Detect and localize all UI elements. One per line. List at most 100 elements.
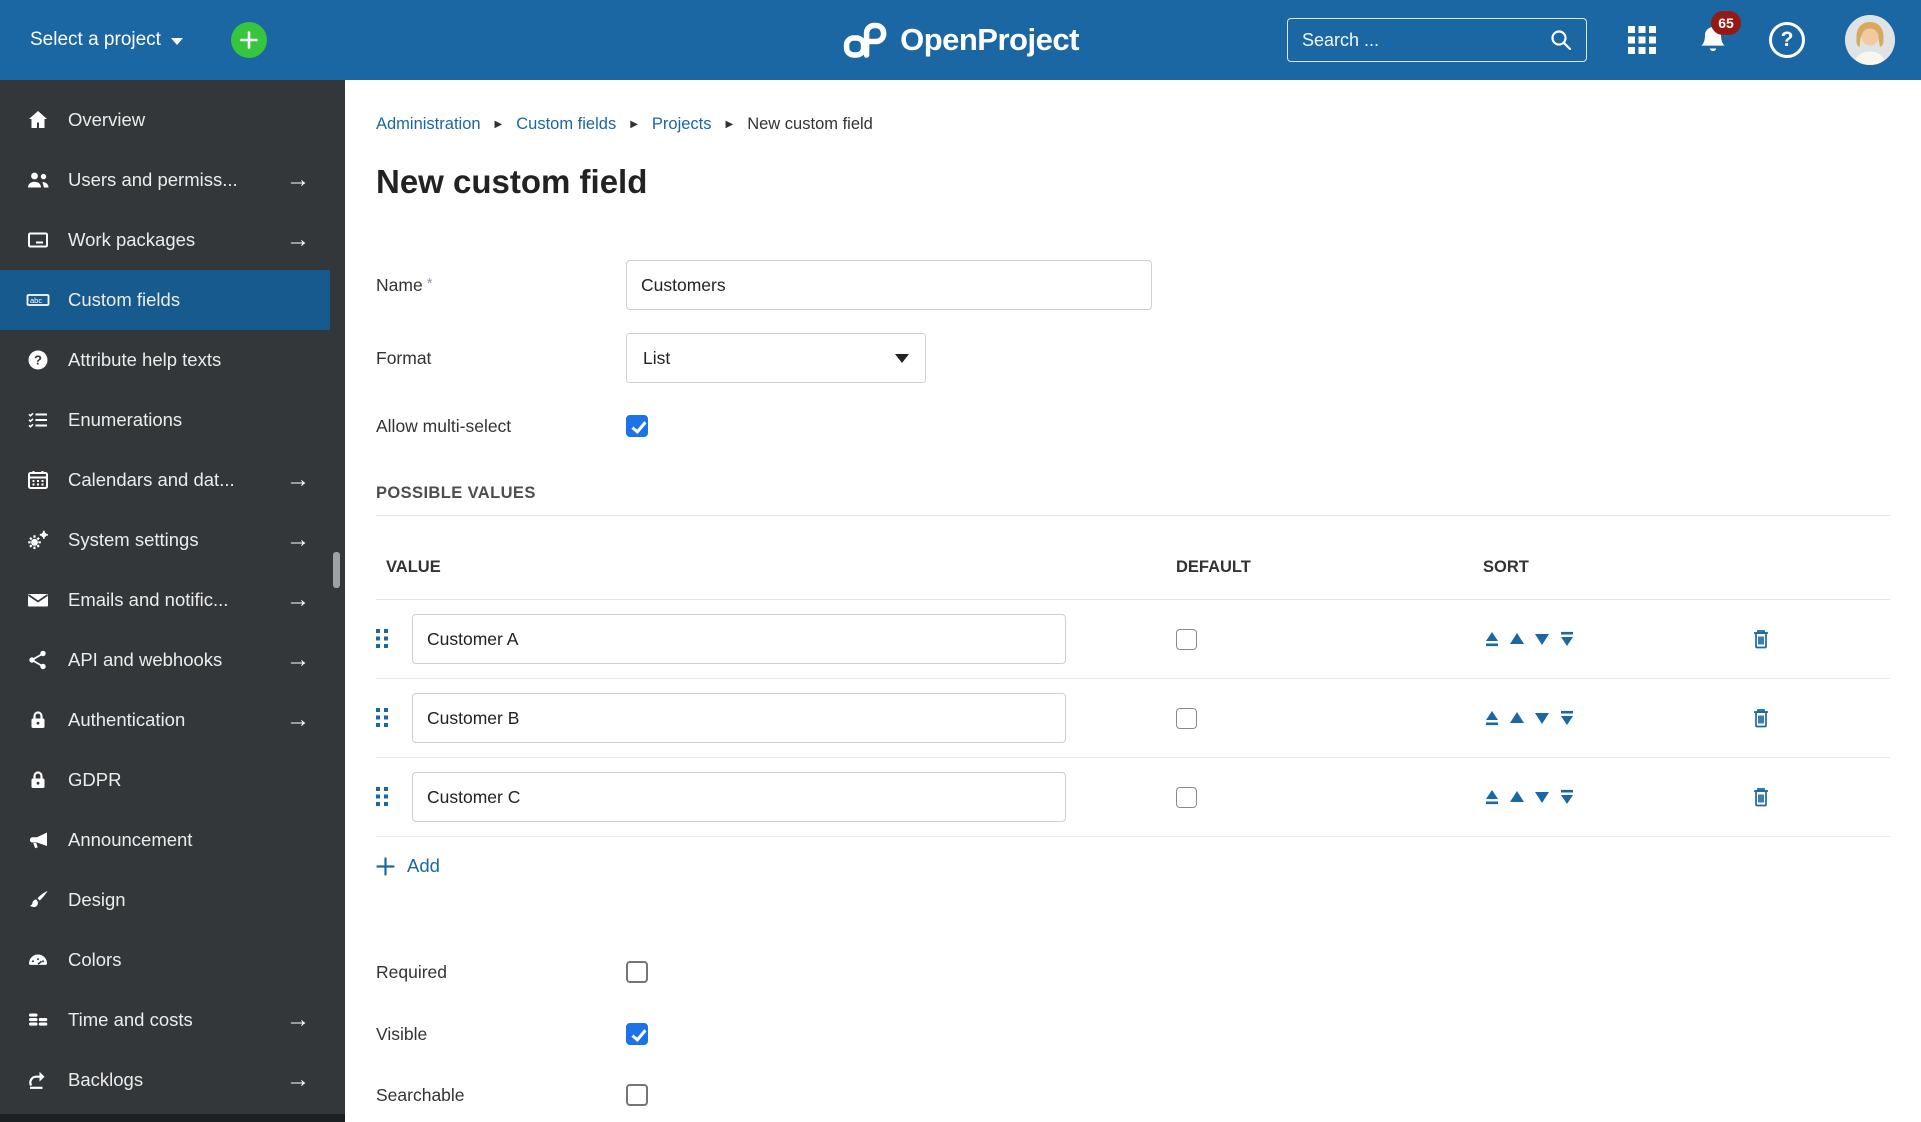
format-label: Format — [376, 347, 432, 368]
default-checkbox[interactable] — [1176, 628, 1197, 650]
searchable-label: Searchable — [376, 1084, 465, 1105]
multi-select-label: Allow multi-select — [376, 415, 512, 436]
breadcrumb-link-projects[interactable]: Projects — [652, 115, 712, 134]
modules-menu-button[interactable] — [1627, 25, 1657, 55]
user-avatar[interactable] — [1845, 15, 1895, 65]
move-down-icon[interactable] — [1533, 629, 1551, 649]
sidebar-item-api-and-webhooks[interactable]: API and webhooks → — [0, 630, 330, 690]
sidebar-item-colors[interactable]: Colors — [0, 930, 330, 990]
add-value-button[interactable]: Add — [376, 837, 1890, 895]
move-to-top-icon[interactable] — [1483, 708, 1501, 728]
sidebar-item-authentication[interactable]: Authentication → — [0, 690, 330, 750]
value-input[interactable] — [412, 772, 1066, 822]
plus-icon — [376, 856, 395, 876]
possible-values-heading: POSSIBLE VALUES — [376, 484, 536, 502]
notifications-button[interactable]: 65 — [1697, 11, 1741, 57]
sidebar-item-emails-and-notifications[interactable]: Emails and notific... → — [0, 570, 330, 630]
users-icon — [25, 168, 51, 192]
sidebar-item-gdpr[interactable]: GDPR — [0, 750, 330, 810]
breadcrumb-link-administration[interactable]: Administration — [376, 115, 481, 134]
delete-value-icon[interactable] — [1745, 707, 1890, 729]
column-header-value: VALUE — [386, 558, 441, 576]
sidebar-item-label: GDPR — [68, 769, 122, 790]
searchable-field-row: Searchable — [376, 1084, 1890, 1106]
delete-value-icon[interactable] — [1745, 786, 1890, 808]
multi-select-checkbox[interactable] — [626, 415, 648, 437]
sidebar-item-backlogs[interactable]: Backlogs → — [0, 1050, 330, 1110]
drag-handle-icon[interactable] — [376, 787, 412, 807]
coins-icon — [25, 1008, 51, 1032]
admin-sidebar: Overview Users and permiss... → Work pac… — [0, 80, 345, 1122]
sidebar-item-custom-fields[interactable]: abc Custom fields — [0, 270, 330, 330]
move-to-top-icon[interactable] — [1483, 787, 1501, 807]
sort-controls — [1483, 629, 1745, 649]
arrow-right-icon: → — [286, 1006, 310, 1033]
project-selector-label: Select a project — [30, 29, 161, 50]
sidebar-item-users-and-permissions[interactable]: Users and permiss... → — [0, 150, 330, 210]
possible-value-row — [376, 758, 1890, 837]
visible-checkbox[interactable] — [626, 1023, 648, 1045]
sidebar-item-label: Work packages — [68, 229, 196, 250]
move-up-icon[interactable] — [1508, 629, 1526, 649]
required-field-row: Required — [376, 961, 1890, 983]
page-title: New custom field — [376, 163, 648, 200]
delete-value-icon[interactable] — [1745, 628, 1890, 650]
move-to-bottom-icon[interactable] — [1558, 787, 1576, 807]
topbar-actions: 65 ? — [1287, 11, 1895, 65]
sidebar-item-label: Design — [68, 889, 126, 910]
breadcrumb-separator-icon: ▶ — [725, 119, 734, 130]
sidebar-scrollbar-thumb[interactable] — [333, 552, 340, 588]
gauge-palette-icon — [25, 948, 51, 972]
search-input[interactable] — [1302, 29, 1548, 51]
move-up-icon[interactable] — [1508, 787, 1526, 807]
sidebar-item-calendars-and-dates[interactable]: Calendars and dat... → — [0, 450, 330, 510]
backlogs-icon — [25, 1068, 51, 1092]
svg-text:?: ? — [34, 353, 42, 368]
add-project-button[interactable] — [230, 22, 267, 58]
move-to-top-icon[interactable] — [1483, 629, 1501, 649]
sidebar-item-announcement[interactable]: Announcement — [0, 810, 330, 870]
searchable-checkbox[interactable] — [626, 1084, 648, 1106]
project-selector[interactable]: Select a project — [30, 29, 183, 51]
sidebar-item-label: Custom fields — [68, 289, 181, 310]
sidebar-item-time-and-costs[interactable]: Time and costs → — [0, 990, 330, 1050]
sidebar-item-work-packages[interactable]: Work packages → — [0, 210, 330, 270]
arrow-right-icon: → — [286, 586, 310, 613]
arrow-right-icon: → — [286, 706, 310, 733]
name-input[interactable] — [626, 260, 1152, 310]
default-checkbox[interactable] — [1176, 707, 1197, 729]
sidebar-item-system-settings[interactable]: System settings → — [0, 510, 330, 570]
default-checkbox[interactable] — [1176, 786, 1197, 808]
sidebar-item-attribute-help-texts[interactable]: ? Attribute help texts — [0, 330, 330, 390]
sidebar-bottom-bar — [0, 1114, 345, 1122]
possible-value-row — [376, 679, 1890, 758]
required-asterisk: * — [426, 274, 433, 292]
value-input[interactable] — [412, 614, 1066, 664]
sidebar-item-enumerations[interactable]: Enumerations — [0, 390, 330, 450]
move-down-icon[interactable] — [1533, 708, 1551, 728]
sidebar-item-overview[interactable]: Overview — [0, 90, 330, 150]
multi-select-field-row: Allow multi-select — [376, 415, 1890, 437]
visible-field-row: Visible — [376, 1023, 1890, 1045]
value-input[interactable] — [412, 693, 1066, 743]
format-select[interactable]: List — [626, 333, 926, 383]
move-down-icon[interactable] — [1533, 787, 1551, 807]
help-button[interactable]: ? — [1769, 22, 1805, 58]
column-header-default: DEFAULT — [1176, 558, 1251, 576]
move-up-icon[interactable] — [1508, 708, 1526, 728]
drag-handle-icon[interactable] — [376, 708, 412, 728]
visible-label: Visible — [376, 1023, 428, 1044]
arrow-right-icon: → — [286, 466, 310, 493]
move-to-bottom-icon[interactable] — [1558, 629, 1576, 649]
grid-icon — [1627, 25, 1657, 55]
sidebar-item-design[interactable]: Design — [0, 870, 330, 930]
move-to-bottom-icon[interactable] — [1558, 708, 1576, 728]
share-nodes-icon — [25, 648, 51, 672]
name-field-row: Name * — [376, 260, 1890, 310]
required-checkbox[interactable] — [626, 961, 648, 983]
drag-handle-icon[interactable] — [376, 629, 412, 649]
breadcrumb-link-custom-fields[interactable]: Custom fields — [516, 115, 616, 134]
breadcrumb-separator-icon: ▶ — [630, 119, 638, 130]
envelope-icon — [25, 588, 51, 612]
global-search[interactable] — [1287, 18, 1587, 62]
